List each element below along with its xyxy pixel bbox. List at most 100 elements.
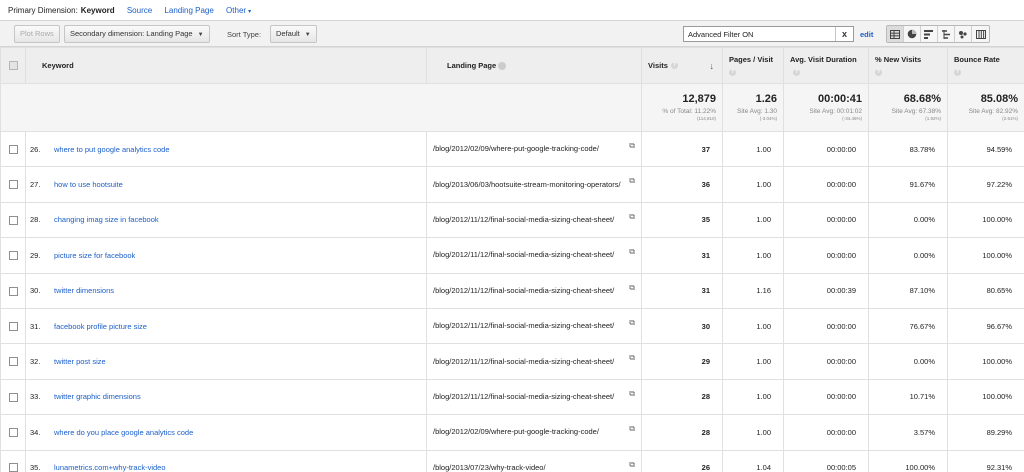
- landing-page-cell: /blog/2013/07/23/why-track-video/ ⧉: [426, 449, 642, 472]
- table-row: 28. changing imag size in facebook/blog/2…: [0, 201, 1024, 239]
- pages-visit-cell: 1.00: [722, 237, 784, 274]
- keyword-link[interactable]: lunametrics.com+why-track-video: [54, 463, 166, 472]
- column-header-pages-visit[interactable]: Pages / Visit?: [722, 47, 784, 84]
- row-checkbox[interactable]: [8, 180, 18, 190]
- keyword-link[interactable]: facebook profile picture size: [54, 322, 147, 331]
- open-page-icon[interactable]: ⧉: [629, 459, 635, 471]
- column-header-visits[interactable]: Visits? ↓: [641, 47, 723, 84]
- column-label: Pages / Visit: [729, 55, 774, 64]
- row-index: 34.: [30, 427, 41, 437]
- question-icon: ?: [793, 68, 800, 76]
- row-checkbox[interactable]: [8, 215, 18, 225]
- row-checkbox[interactable]: [8, 144, 18, 154]
- open-page-icon[interactable]: ⧉: [629, 388, 635, 400]
- avg-duration-cell: 00:00:00: [783, 378, 869, 416]
- column-header-bounce-rate[interactable]: Bounce Rate?: [947, 47, 1024, 84]
- question-icon: ?: [670, 62, 678, 70]
- secondary-dimension-dropdown[interactable]: Secondary dimension: Landing Page ▼: [64, 25, 210, 43]
- row-select-cell[interactable]: [0, 166, 26, 203]
- column-header-new-visits[interactable]: % New Visits?: [868, 47, 948, 84]
- open-page-icon[interactable]: ⧉: [629, 175, 635, 187]
- term-cloud-icon[interactable]: [955, 26, 972, 42]
- row-select-cell[interactable]: [0, 414, 26, 451]
- total-pages-visit: 1.26 Site Avg: 1.30 (-3.04%): [722, 83, 784, 132]
- row-checkbox[interactable]: [8, 463, 18, 472]
- dimension-link-source[interactable]: Source: [127, 6, 152, 15]
- row-select-cell[interactable]: [0, 307, 26, 345]
- row-select-cell[interactable]: [0, 201, 26, 239]
- row-select-cell[interactable]: [0, 130, 26, 168]
- chevron-down-icon: ▼: [197, 32, 204, 38]
- clear-filter-button[interactable]: x: [835, 27, 853, 41]
- open-page-icon[interactable]: ⧉: [629, 352, 635, 364]
- row-checkbox[interactable]: [8, 357, 18, 367]
- open-page-icon[interactable]: ⧉: [629, 140, 635, 152]
- landing-page-cell: /blog/2012/11/12/final-social-media-sizi…: [426, 343, 642, 380]
- open-page-icon[interactable]: ⧉: [629, 246, 635, 258]
- new-visits-cell: 0.00%: [868, 201, 948, 239]
- table-view-icon[interactable]: [887, 26, 904, 42]
- keyword-link[interactable]: how to use hootsuite: [54, 180, 123, 189]
- total-sub: Site Avg: 00:01:02: [809, 108, 862, 115]
- avg-duration-cell: 00:00:05: [783, 449, 869, 472]
- bounce-rate-cell: 92.31%: [947, 449, 1024, 472]
- dimension-link-other[interactable]: Other ▾: [226, 6, 251, 15]
- column-header-landing-page[interactable]: Landing Page: [426, 47, 642, 84]
- header-row: Keyword Landing Page Visits? ↓ Pages / Vi…: [0, 47, 1024, 84]
- total-tiny: (114,810): [697, 116, 716, 121]
- row-select-cell[interactable]: [0, 378, 26, 416]
- row-checkbox[interactable]: [8, 392, 18, 402]
- new-visits-cell: 3.57%: [868, 414, 948, 451]
- table-row: 31. facebook profile picture size/blog/20…: [0, 307, 1024, 345]
- column-header-avg-duration[interactable]: Avg. Visit Duration?: [783, 47, 869, 84]
- pages-visit-cell: 1.00: [722, 343, 784, 380]
- row-checkbox[interactable]: [8, 286, 18, 296]
- column-label: % New Visits: [875, 55, 922, 64]
- row-checkbox[interactable]: [8, 251, 18, 261]
- landing-page-cell: /blog/2012/11/12/final-social-media-sizi…: [426, 378, 642, 416]
- row-select-cell[interactable]: [0, 343, 26, 380]
- select-all-cell[interactable]: [0, 47, 26, 84]
- keyword-link[interactable]: where to put google analytics code: [54, 145, 170, 154]
- row-checkbox[interactable]: [8, 321, 18, 331]
- open-page-icon[interactable]: ⧉: [629, 317, 635, 329]
- open-page-icon[interactable]: ⧉: [629, 282, 635, 294]
- select-all-checkbox[interactable]: [8, 61, 18, 71]
- landing-page-cell: /blog/2012/02/09/where-put-google-tracki…: [426, 130, 642, 168]
- total-sub: % of Total: 11.22%: [662, 108, 716, 115]
- dimension-link-landing-page[interactable]: Landing Page: [164, 6, 213, 15]
- pivot-view-icon[interactable]: [972, 26, 989, 42]
- row-select-cell[interactable]: [0, 237, 26, 274]
- keyword-link[interactable]: twitter graphic dimensions: [54, 392, 141, 401]
- new-visits-cell: 10.71%: [868, 378, 948, 416]
- keyword-link[interactable]: where do you place google analytics code: [54, 428, 193, 437]
- open-page-icon[interactable]: ⧉: [629, 211, 635, 223]
- sort-type-label: Sort Type:: [227, 30, 262, 39]
- keyword-link[interactable]: changing imag size in facebook: [54, 215, 159, 224]
- edit-filter-link[interactable]: edit: [860, 30, 873, 39]
- pie-view-icon[interactable]: [904, 26, 921, 42]
- table-row: 35. lunametrics.com+why-track-video/blog/…: [0, 449, 1024, 472]
- column-label: Visits: [648, 60, 668, 70]
- keyword-cell: 34. where do you place google analytics c…: [25, 414, 427, 451]
- open-page-icon[interactable]: ⧉: [629, 423, 635, 435]
- column-label: Avg. Visit Duration: [790, 55, 857, 64]
- performance-view-icon[interactable]: [921, 26, 938, 42]
- sort-type-dropdown[interactable]: Default ▼: [270, 25, 317, 43]
- landing-page-cell: /blog/2012/11/12/final-social-media-sizi…: [426, 201, 642, 239]
- advanced-filter-field[interactable]: Advanced Filter ON x: [683, 26, 854, 42]
- row-checkbox[interactable]: [8, 428, 18, 438]
- plot-rows-button[interactable]: Plot Rows: [14, 25, 60, 43]
- total-sub: Site Avg: 1.30: [737, 108, 777, 115]
- total-visits: 12,879 % of Total: 11.22% (114,810): [641, 83, 723, 132]
- down-arrow-icon[interactable]: ↓: [710, 61, 715, 71]
- bounce-rate-cell: 94.59%: [947, 130, 1024, 168]
- keyword-link[interactable]: twitter post size: [54, 357, 106, 366]
- column-header-keyword[interactable]: Keyword: [25, 47, 427, 84]
- row-select-cell[interactable]: [0, 449, 26, 472]
- keyword-link[interactable]: twitter dimensions: [54, 286, 114, 295]
- row-select-cell[interactable]: [0, 272, 26, 309]
- keyword-link[interactable]: picture size for facebook: [54, 251, 135, 260]
- table-row: 26. where to put google analytics code/bl…: [0, 130, 1024, 168]
- comparison-view-icon[interactable]: [938, 26, 955, 42]
